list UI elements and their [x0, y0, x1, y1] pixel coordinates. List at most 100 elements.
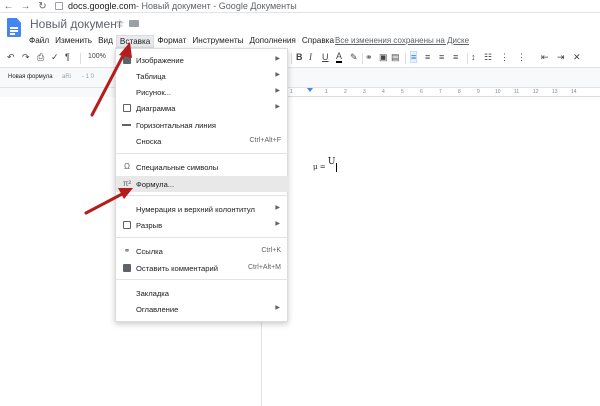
docs-logo-icon[interactable]: [7, 18, 21, 37]
align-center-icon[interactable]: ≡: [425, 52, 430, 62]
menu-item-equation[interactable]: π² Формула...: [116, 176, 289, 192]
ruler[interactable]: 1 1 2 3 4 5 6 7 8 9 10 11 12 13 14: [288, 88, 600, 97]
document-title[interactable]: Новый документ: [30, 17, 122, 31]
browser-bar: ← → ↻ docs.google.com - Новый документ -…: [0, 0, 600, 13]
indent-marker-icon[interactable]: [307, 88, 313, 92]
clear-format-icon[interactable]: ✕: [573, 52, 581, 63]
omega-icon: Ω: [124, 162, 130, 171]
menu-insert[interactable]: Вставка: [115, 35, 155, 48]
forward-icon[interactable]: →: [17, 1, 34, 12]
horizontal-line-icon: [122, 120, 132, 130]
ruler-tick: 10: [495, 89, 501, 95]
ruler-tick: 2: [344, 89, 347, 95]
menubar: Файл Изменить Вид Вставка Формат Инструм…: [26, 35, 337, 48]
image-icon: [122, 55, 132, 65]
folder-icon[interactable]: [129, 20, 139, 27]
ruler-tick: 9: [477, 89, 480, 95]
submenu-arrow-icon: ▶: [275, 72, 280, 78]
print-icon[interactable]: ⎙: [37, 52, 44, 63]
menu-view[interactable]: Вид: [95, 35, 116, 48]
toolbar: ↶ ↷ ⎙ ✓ ¶ 100% B I U A ✎ ⚭ ▣ ▤ ≡ ≡ ≡ ≡ ↕…: [0, 49, 600, 68]
redo-icon[interactable]: ↷: [22, 52, 30, 63]
menu-item-table[interactable]: Таблица ▶: [116, 68, 289, 84]
text-color-button[interactable]: A: [336, 52, 343, 63]
url-page-title: - Новый документ - Google Документы: [136, 1, 297, 11]
ruler-tick: 1: [325, 89, 328, 95]
ruler-tick: 11: [514, 89, 520, 95]
menu-format[interactable]: Формат: [154, 35, 189, 48]
image-icon[interactable]: ▤: [391, 52, 400, 63]
menu-addons[interactable]: Дополнения: [246, 35, 298, 48]
text-cursor: [336, 162, 338, 172]
paragraph-style-select[interactable]: Новая формула: [8, 74, 53, 80]
increase-indent-icon[interactable]: ⇥: [557, 52, 565, 63]
submenu-arrow-icon: ▶: [275, 205, 280, 211]
ruler-tick: 4: [382, 89, 385, 95]
menu-separator: [116, 153, 289, 154]
menu-help[interactable]: Справка: [299, 35, 337, 48]
document-page[interactable]: [262, 97, 600, 406]
menu-item-bookmark[interactable]: Закладка: [116, 285, 289, 301]
menu-item-drawing[interactable]: Рисунок... ▶: [116, 84, 289, 100]
menu-item-table-of-contents[interactable]: Оглавление ▶: [116, 301, 289, 317]
undo-icon[interactable]: ↶: [7, 52, 15, 63]
menu-item-link[interactable]: ⚭ Ссылка Ctrl+K: [116, 243, 289, 259]
ruler-tick: 6: [420, 89, 423, 95]
ruler-tick: 1: [290, 89, 293, 95]
url-host[interactable]: docs.google.com: [68, 1, 136, 11]
underline-button[interactable]: U: [322, 52, 329, 62]
equation-cap: U: [327, 157, 336, 167]
menu-item-break[interactable]: Разрыв ▶: [116, 217, 289, 233]
comment-icon[interactable]: ▣: [379, 52, 388, 63]
insert-dropdown: Изображение ▶ Таблица ▶ Рисунок... ▶ Диа…: [115, 48, 289, 322]
menu-item-comment[interactable]: Оставить комментарий Ctrl+Alt+M: [116, 260, 289, 276]
ruler-tick: 3: [363, 89, 366, 95]
submenu-arrow-icon: ▶: [275, 56, 280, 62]
menu-item-chart[interactable]: Диаграмма ▶: [116, 100, 289, 116]
saved-status-link[interactable]: Все изменения сохранены на Диске: [335, 36, 469, 45]
align-left-icon[interactable]: ≡: [409, 51, 418, 63]
equation-left: μ =: [313, 163, 328, 171]
align-right-icon[interactable]: ≡: [439, 52, 444, 62]
style-row: Новая формула aRi - 1 0: [0, 68, 600, 88]
submenu-arrow-icon: ▶: [275, 305, 280, 311]
link-icon[interactable]: ⚭: [365, 52, 373, 63]
menu-item-footnote[interactable]: Сноска Ctrl+Alt+F: [116, 133, 289, 149]
reload-icon[interactable]: ↻: [34, 1, 51, 12]
ruler-tick: 8: [458, 89, 461, 95]
menu-item-image[interactable]: Изображение ▶: [116, 52, 289, 68]
ruler-tick: 5: [401, 89, 404, 95]
submenu-arrow-icon: ▶: [275, 88, 280, 94]
font-size-select[interactable]: - 1 0: [82, 74, 94, 80]
submenu-arrow-icon: ▶: [275, 221, 280, 227]
back-icon[interactable]: ←: [0, 1, 17, 12]
checklist-icon[interactable]: ☷: [484, 52, 492, 63]
star-icon[interactable]: ☆: [115, 17, 125, 30]
font-select[interactable]: aRi: [62, 74, 71, 80]
ruler-tick: 7: [439, 89, 442, 95]
numbered-list-icon[interactable]: ⋮: [500, 52, 509, 63]
italic-button[interactable]: I: [309, 52, 312, 62]
menu-item-special-characters[interactable]: Ω Специальные символы: [116, 159, 289, 175]
bulleted-list-icon[interactable]: ⋮: [517, 52, 526, 63]
align-justify-icon[interactable]: ≡: [453, 52, 458, 62]
ruler-tick: 12: [533, 89, 539, 95]
paint-format-icon[interactable]: ¶: [65, 52, 70, 62]
menu-file[interactable]: Файл: [26, 35, 52, 48]
spellcheck-icon[interactable]: ✓: [51, 52, 59, 63]
decrease-indent-icon[interactable]: ⇤: [541, 52, 549, 63]
menu-edit[interactable]: Изменить: [52, 35, 95, 48]
bold-button[interactable]: B: [296, 52, 303, 62]
line-spacing-icon[interactable]: ↕: [471, 52, 476, 62]
menu-tools[interactable]: Инструменты: [189, 35, 246, 48]
zoom-select[interactable]: 100%: [88, 53, 106, 60]
equation[interactable]: μ = U: [313, 157, 338, 172]
menu-separator: [116, 237, 289, 238]
chart-icon: [122, 103, 132, 113]
lock-icon[interactable]: [55, 2, 63, 10]
comment-icon: [122, 263, 132, 273]
ruler-tick: 14: [571, 89, 577, 95]
menu-item-headers-footers[interactable]: Нумерация и верхний колонтитул ▶: [116, 201, 289, 217]
highlight-icon[interactable]: ✎: [350, 52, 358, 63]
menu-item-horizontal-line[interactable]: Горизонтальная линия: [116, 117, 289, 133]
